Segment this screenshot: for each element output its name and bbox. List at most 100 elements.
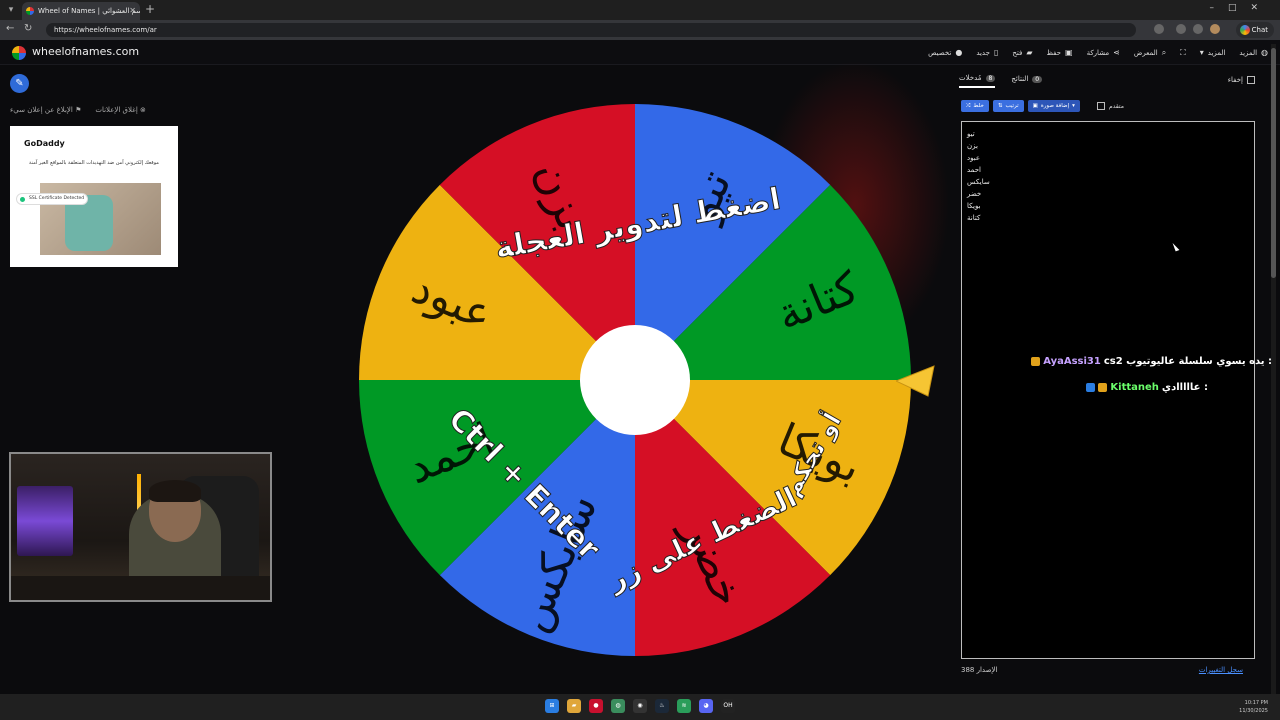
globe-icon: ◍ — [1261, 48, 1268, 57]
chat-message: Kittaneh عااااادي : — [1086, 382, 1208, 393]
version-label: الإصدار 388 — [961, 666, 998, 674]
chat-button[interactable]: Chat — [1235, 22, 1274, 38]
menu-fullscreen[interactable]: ⛶ — [1180, 48, 1186, 58]
tab-list-chevron-icon[interactable]: ▾ — [4, 3, 18, 17]
entry-line: سايكس — [967, 178, 990, 186]
menu-open[interactable]: فتح ▰ — [1012, 48, 1032, 57]
close-ads-link[interactable]: إغلاق الإعلانات ⊗ — [95, 106, 146, 114]
gemini-icon — [1239, 25, 1250, 35]
entries-toolbar: ⤮ خلط ⇅ ترتيب ▣ إضافة صورة ▾ — [961, 100, 1080, 112]
panel-tabs: مُدخلات 8 النتائج 0 — [959, 74, 1043, 88]
hide-toggle[interactable]: إخفاء — [1228, 76, 1255, 84]
entry-line: بويكا — [967, 202, 981, 210]
chevron-down-icon: ▾ — [1199, 48, 1204, 57]
chat-username: Kittaneh — [1110, 382, 1159, 393]
menu-more[interactable]: ▾ المزيد — [1200, 48, 1226, 57]
palette-icon: ● — [955, 48, 963, 57]
chat-text: عااااادي : — [1161, 382, 1208, 393]
reload-icon[interactable]: ↻ — [24, 23, 32, 34]
new-tab-plus-icon[interactable]: + — [145, 2, 155, 16]
menu-gallery[interactable]: المعرض ⌕ — [1134, 48, 1166, 58]
search-icon: ⌕ — [1161, 47, 1167, 57]
edit-pencil-icon[interactable]: ✎ — [10, 74, 29, 93]
wheel[interactable]: تيوكتانةبويكاخضرسايكساحمدعبودبزناضغط لتد… — [358, 100, 938, 660]
wheel-center[interactable] — [580, 325, 690, 435]
start-icon[interactable]: ⊞ — [545, 699, 559, 713]
fullscreen-icon: ⛶ — [1180, 47, 1186, 57]
chat-label: Chat — [1251, 26, 1268, 34]
menu-save[interactable]: حفظ ▣ — [1046, 48, 1072, 57]
ad-text: موقعك إلكتروني آمن ضد التهديدات المتعلقة… — [29, 160, 159, 166]
menu-share[interactable]: مشاركة ⋖ — [1087, 48, 1120, 57]
chat-text: cs2 يده يسوي سلسلة عاليوتيوب : — [1103, 356, 1272, 367]
entry-line: تيو — [967, 130, 975, 138]
desk — [11, 576, 270, 600]
steam-icon[interactable]: ♨ — [655, 699, 669, 713]
image-icon: ▣ — [1032, 103, 1038, 109]
address-bar-row: ← ↻ https://wheelofnames.com/ar Chat — [0, 20, 1280, 40]
entry-line: كتانة — [967, 214, 981, 222]
share-icon: ⋖ — [1113, 48, 1120, 57]
clock-time: 10:17 PM — [1244, 700, 1268, 706]
save-icon: ▣ — [1065, 48, 1073, 57]
advanced-toggle[interactable]: متقدم — [1097, 102, 1124, 110]
close-tab-icon[interactable]: ✕ — [129, 2, 136, 20]
entry-line: بزن — [967, 142, 978, 150]
entry-line: احمد — [967, 166, 981, 174]
subscriber-badge-icon — [1031, 357, 1041, 366]
chevron-down-icon: ▾ — [1072, 103, 1075, 109]
entries-panel: مُدخلات 8 النتائج 0 إخفاء ⤮ خلط ⇅ ترتيب ▣ إضا… — [955, 68, 1263, 693]
app-icon[interactable]: ≋ — [677, 699, 691, 713]
wheel-logo-icon[interactable] — [12, 46, 26, 60]
app-icon[interactable]: OH — [721, 699, 735, 713]
streamer-hair — [149, 480, 201, 502]
url-field[interactable]: https://wheelofnames.com/ar — [46, 23, 1136, 37]
changelog-link[interactable]: سجل التغييرات — [1199, 666, 1243, 674]
godaddy-ad[interactable]: GoDaddy موقعك إلكتروني آمن ضد التهديدات … — [10, 126, 178, 267]
chat-username: AyaAssi31 — [1043, 356, 1101, 367]
add-image-button[interactable]: ▣ إضافة صورة ▾ — [1027, 100, 1080, 112]
subscriber-badge-icon — [1098, 383, 1108, 392]
menu-language[interactable]: المزيد ◍ — [1239, 48, 1268, 57]
entry-line: خضر — [967, 190, 982, 198]
profile-avatar[interactable] — [1210, 24, 1220, 34]
header-menu: المزيد ◍ ▾ المزيد ⛶ المعرض ⌕ مشاركة ⋖ حفظ ▣ ف… — [928, 40, 1280, 65]
discord-icon[interactable]: ◕ — [699, 699, 713, 713]
app-icon[interactable]: ● — [589, 699, 603, 713]
site-name[interactable]: wheelofnames.com — [32, 45, 139, 58]
back-arrow-icon[interactable]: ← — [6, 23, 14, 34]
sort-button[interactable]: ⇅ ترتيب — [992, 100, 1024, 112]
browser-tab[interactable]: Wheel of Names | الاسم العشوائي ... ✕ — [22, 2, 140, 20]
wheel-pointer-icon — [896, 365, 935, 397]
menu-customize[interactable]: تخصيص ● — [928, 48, 962, 57]
tab-title: Wheel of Names | الاسم العشوائي ... — [38, 7, 140, 15]
moderator-badge-icon — [1086, 383, 1096, 392]
file-explorer-icon[interactable]: ▰ — [567, 699, 581, 713]
scrollbar-thumb — [1271, 48, 1276, 278]
chat-message: AyaAssi31 cs2 يده يسوي سلسلة عاليوتيوب : — [1031, 356, 1272, 367]
chrome-icon[interactable]: ◍ — [611, 699, 625, 713]
shuffle-button[interactable]: ⤮ خلط — [961, 100, 989, 112]
page-scrollbar[interactable] — [1271, 44, 1276, 694]
entry-line: عبود — [967, 154, 981, 162]
wheel-favicon-icon — [26, 7, 34, 15]
tab-results[interactable]: النتائج 0 — [1011, 74, 1043, 88]
folder-icon: ▰ — [1026, 48, 1033, 57]
hide-checkbox — [1247, 76, 1255, 84]
clock-date: 11/30/2025 — [1239, 708, 1268, 714]
menu-new[interactable]: جديد ▯ — [976, 48, 998, 57]
tab-entries[interactable]: مُدخلات 8 — [959, 74, 996, 88]
sort-icon: ⇅ — [997, 103, 1003, 109]
file-icon: ▯ — [993, 48, 999, 57]
extension-icon[interactable] — [1193, 24, 1203, 34]
shuffle-icon: ⤮ — [966, 103, 971, 109]
extension-icon[interactable] — [1176, 24, 1186, 34]
webcam-overlay — [9, 452, 272, 602]
report-ad-link[interactable]: الإبلاغ عن إعلان سيء ⚑ — [10, 106, 81, 114]
check-icon — [20, 197, 25, 202]
extension-icon[interactable] — [1154, 24, 1164, 34]
godaddy-logo: GoDaddy — [24, 139, 65, 148]
obs-icon[interactable]: ◉ — [633, 699, 647, 713]
ad-controls: الإبلاغ عن إعلان سيء ⚑ إغلاق الإعلانات ⊗ — [10, 106, 146, 114]
window-controls[interactable]: –□✕ — [1209, 3, 1272, 13]
